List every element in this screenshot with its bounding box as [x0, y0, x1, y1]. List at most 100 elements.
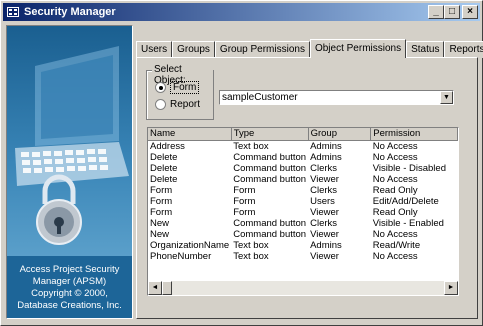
permissions-table: Name Type Group Permission Address Text b…	[148, 128, 458, 262]
branding-panel: Access Project Security Manager (APSM) C…	[6, 25, 133, 319]
cell-name: Form	[150, 195, 173, 207]
cell-permission: Edit/Add/Delete	[372, 195, 439, 207]
tab-object-permissions[interactable]: Object Permissions	[309, 39, 407, 58]
tab-group-permissions[interactable]: Group Permissions	[214, 41, 310, 58]
cell-type: Form	[233, 206, 256, 218]
cell-type: Text box	[233, 140, 269, 152]
column-header-permission[interactable]: Permission	[370, 128, 458, 141]
cell-type: Form	[233, 195, 256, 207]
column-header-name[interactable]: Name	[148, 128, 232, 141]
cell-permission: No Access	[372, 250, 418, 262]
object-combo-value[interactable]: sampleCustomer	[220, 91, 440, 104]
cell-name: New	[150, 228, 170, 240]
object-combo[interactable]: sampleCustomer ▼	[219, 90, 454, 105]
table-row[interactable]: OrganizationName Text box Admins Read/Write	[148, 240, 458, 251]
cell-group: Clerks	[310, 217, 338, 229]
cell-name: Delete	[150, 173, 178, 185]
table-row[interactable]: PhoneNumber Text box Viewer No Access	[148, 251, 458, 262]
cell-group: Viewer	[310, 206, 339, 218]
window-controls: _ □ ×	[428, 5, 478, 19]
report-radio-label: Report	[170, 99, 201, 110]
security-manager-window: Security Manager _ □ × Access Project Se…	[0, 0, 483, 326]
table-row[interactable]: New Command button Viewer No Access	[148, 229, 458, 240]
cell-permission: No Access	[372, 173, 418, 185]
table-row[interactable]: Address Text box Admins No Access	[148, 140, 458, 152]
form-radio-label: Form	[170, 81, 200, 94]
column-header-group[interactable]: Group	[308, 128, 372, 141]
form-radio[interactable]: Form	[155, 81, 200, 94]
tab-strip: Users Groups Group Permissions Object Pe…	[136, 39, 483, 58]
scroll-thumb[interactable]	[162, 281, 172, 295]
radio-selected-icon[interactable]	[155, 82, 166, 93]
table-row[interactable]: Form Form Users Edit/Add/Delete	[148, 196, 458, 207]
cell-permission: No Access	[372, 151, 418, 163]
cell-group: Clerks	[310, 184, 338, 196]
cell-group: Viewer	[310, 228, 339, 240]
header-row: Name Type Group Permission	[148, 128, 458, 141]
table-row[interactable]: Form Form Viewer Read Only	[148, 207, 458, 218]
title-bar[interactable]: Security Manager _ □ ×	[3, 3, 480, 21]
copyright-credit: Access Project Security Manager (APSM) C…	[7, 264, 132, 312]
table-row[interactable]: Delete Command button Viewer No Access	[148, 174, 458, 185]
dropdown-arrow-icon[interactable]: ▼	[440, 91, 453, 104]
cell-permission: Read Only	[372, 184, 418, 196]
close-button[interactable]: ×	[462, 5, 478, 19]
table-row[interactable]: Form Form Clerks Read Only	[148, 185, 458, 196]
cell-group: Admins	[310, 151, 342, 163]
cell-type: Command button	[233, 228, 307, 240]
window-title: Security Manager	[24, 6, 116, 18]
cell-name: PhoneNumber	[150, 250, 212, 262]
laptop-lock-illustration	[7, 26, 132, 256]
cell-permission: No Access	[372, 228, 418, 240]
cell-permission: Read/Write	[372, 239, 421, 251]
radio-unselected-icon[interactable]	[155, 99, 166, 110]
cell-type: Command button	[233, 173, 307, 185]
cell-type: Command button	[233, 151, 307, 163]
cell-type: Command button	[233, 217, 307, 229]
select-object-group: Select Object: Form Report	[146, 64, 214, 120]
permissions-list[interactable]: Name Type Group Permission Address Text b…	[147, 127, 459, 296]
cell-type: Command button	[233, 162, 307, 174]
scroll-left-icon[interactable]: ◄	[148, 281, 162, 295]
cell-name: Form	[150, 206, 173, 218]
cell-name: Delete	[150, 162, 178, 174]
credit-line: Access Project Security	[19, 264, 120, 275]
cell-type: Form	[233, 184, 256, 196]
cell-group: Admins	[310, 140, 342, 152]
column-header-type[interactable]: Type	[231, 128, 309, 141]
cell-type: Text box	[233, 250, 269, 262]
cell-name: Form	[150, 184, 173, 196]
credit-line: Database Creations, Inc.	[17, 300, 122, 311]
tab-reports[interactable]: Reports	[444, 41, 483, 58]
cell-name: Address	[150, 140, 185, 152]
table-row[interactable]: Delete Command button Clerks Visible - Disa…	[148, 163, 458, 174]
scroll-right-icon[interactable]: ►	[444, 281, 458, 295]
scroll-track[interactable]	[172, 281, 444, 295]
minimize-button[interactable]: _	[428, 5, 444, 19]
object-permissions-page: Select Object: Form Report sampleCustome…	[136, 57, 478, 319]
cell-type: Text box	[233, 239, 269, 251]
table-row[interactable]: New Command button Clerks Visible - Enabled	[148, 218, 458, 229]
cell-name: OrganizationName	[150, 239, 230, 251]
maximize-button[interactable]: □	[444, 5, 460, 19]
credit-line: Manager (APSM)	[32, 276, 107, 287]
cell-name: Delete	[150, 151, 178, 163]
cell-group: Viewer	[310, 250, 339, 262]
cell-name: New	[150, 217, 170, 229]
cell-group: Viewer	[310, 173, 339, 185]
report-radio[interactable]: Report	[155, 99, 200, 110]
cell-group: Admins	[310, 239, 342, 251]
cell-permission: Read Only	[372, 206, 418, 218]
tab-users[interactable]: Users	[136, 41, 173, 58]
table-row[interactable]: Delete Command button Admins No Access	[148, 152, 458, 163]
laptop-padlock-icon	[15, 46, 129, 245]
cell-group: Clerks	[310, 162, 338, 174]
credit-line: Copyright © 2000,	[31, 288, 108, 299]
cell-permission: Visible - Disabled	[372, 162, 446, 174]
cell-permission: Visible - Enabled	[372, 217, 444, 229]
cell-permission: No Access	[372, 140, 418, 152]
horizontal-scrollbar[interactable]: ◄ ►	[148, 281, 458, 295]
tab-status[interactable]: Status	[406, 41, 445, 58]
tab-groups[interactable]: Groups	[172, 41, 215, 58]
app-grid-icon[interactable]	[7, 7, 19, 17]
